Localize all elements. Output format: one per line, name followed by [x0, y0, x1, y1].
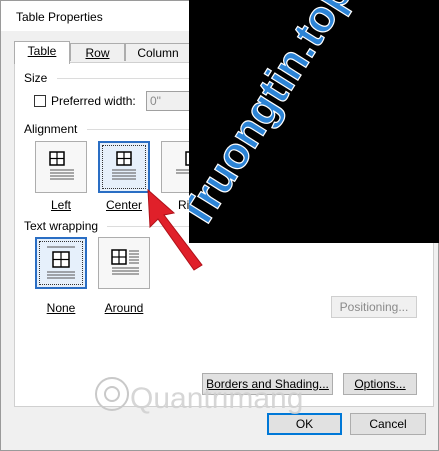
- text-wrapping-heading: Text wrapping: [24, 219, 99, 233]
- tab-table-label: Table: [27, 44, 57, 58]
- bottom-watermark-text: Quantrimang: [130, 382, 303, 415]
- watermark-text: Truongtin.top: [169, 0, 362, 238]
- preferred-width-checkbox[interactable]: [34, 95, 46, 107]
- align-left-label: Left: [50, 198, 71, 212]
- red-arrow-icon: [147, 188, 203, 271]
- alignment-heading: Alignment: [24, 122, 78, 136]
- table-icon: [112, 151, 136, 180]
- tab-column-label: Column: [137, 46, 179, 60]
- wrap-none-label: None: [46, 301, 76, 315]
- cancel-button[interactable]: Cancel: [350, 413, 426, 435]
- quantrimang-watermark: Quantrimang: [95, 377, 303, 415]
- align-left-option[interactable]: [35, 141, 87, 193]
- table-icon: [49, 151, 74, 180]
- wrap-around-label: Around: [104, 301, 144, 315]
- watermark-overlay: Truongtin.top: [169, 0, 439, 243]
- tab-row[interactable]: Row: [70, 43, 125, 61]
- options-button[interactable]: Options...: [343, 373, 417, 395]
- wrap-none-option[interactable]: [35, 237, 87, 289]
- positioning-button[interactable]: Positioning...: [331, 296, 417, 318]
- preferred-width-label: Preferred width:: [51, 94, 136, 108]
- preferred-width-value: 0": [150, 94, 161, 108]
- window-title: Table Properties: [16, 10, 103, 24]
- tab-row-label: Row: [85, 46, 110, 60]
- size-heading: Size: [24, 71, 48, 85]
- tab-column[interactable]: Column: [125, 43, 191, 61]
- table-icon: [47, 246, 75, 279]
- tab-table[interactable]: Table: [14, 41, 70, 64]
